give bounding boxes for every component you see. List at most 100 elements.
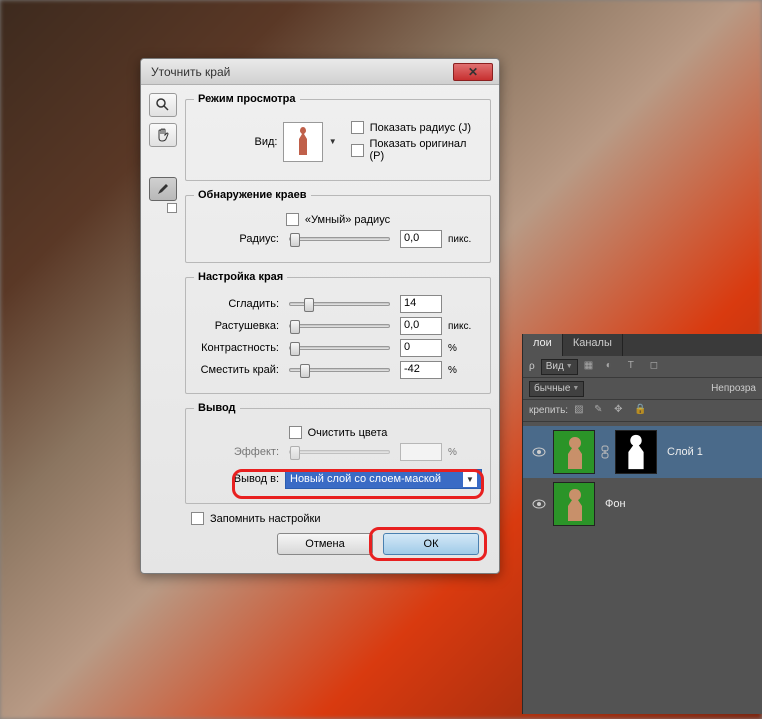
remember-settings-label: Запомнить настройки [210, 513, 321, 525]
dialog-title: Уточнить край [151, 65, 230, 79]
layer-thumbnail[interactable] [553, 482, 595, 526]
adjust-edge-fieldset: Настройка края Сгладить: 14 Растушевка: … [185, 271, 491, 394]
layer-mask-thumbnail[interactable] [615, 430, 657, 474]
feather-slider[interactable] [289, 324, 390, 328]
chevron-down-icon: ▼ [329, 137, 337, 146]
smooth-input[interactable]: 14 [400, 295, 442, 313]
feather-input[interactable]: 0,0 [400, 317, 442, 335]
blend-mode-value: бычные [534, 383, 570, 394]
visibility-icon[interactable] [532, 499, 546, 509]
adjust-edge-legend: Настройка края [194, 271, 287, 283]
smart-radius-checkbox[interactable] [286, 213, 299, 226]
view-mode-legend: Режим просмотра [194, 93, 300, 105]
layer-filter-row: ρ Вид ▼ ▦ ◐ T ◻ [523, 356, 762, 378]
visibility-icon[interactable] [532, 447, 546, 457]
shift-label: Сместить край: [194, 364, 279, 376]
smart-radius-label: «Умный» радиус [305, 214, 390, 226]
lock-move-icon[interactable]: ✥ [614, 404, 628, 418]
radius-input[interactable]: 0,0 [400, 230, 442, 248]
shift-input[interactable]: -42 [400, 361, 442, 379]
amount-input [400, 443, 442, 461]
lock-trans-icon[interactable]: ▨ [574, 404, 588, 418]
view-label: Вид: [194, 136, 277, 148]
brush-icon [155, 181, 171, 197]
contrast-input[interactable]: 0 [400, 339, 442, 357]
layer-name-label: Слой 1 [667, 446, 703, 458]
shift-unit: % [448, 365, 482, 376]
radius-slider[interactable] [289, 237, 390, 241]
view-preview-dropdown[interactable] [283, 122, 322, 162]
amount-slider [289, 450, 390, 454]
layer-item[interactable]: Слой 1 [523, 426, 762, 478]
amount-label: Эффект: [194, 446, 279, 458]
decontaminate-checkbox[interactable] [289, 426, 302, 439]
lock-all-icon[interactable]: 🔒 [634, 404, 648, 418]
search-icon: ρ [529, 361, 535, 372]
feather-label: Растушевка: [194, 320, 279, 332]
output-fieldset: Вывод Очистить цвета Эффект: % Вывод в: … [185, 402, 491, 504]
ok-button[interactable]: ОК [383, 533, 479, 555]
hand-tool-button[interactable] [149, 123, 177, 147]
lock-label: крепить: [529, 405, 568, 416]
chevron-down-icon: ▼ [566, 363, 573, 370]
magnifier-icon [155, 97, 171, 113]
chevron-down-icon: ▼ [466, 475, 474, 484]
close-icon: ✕ [468, 65, 478, 79]
chevron-down-icon: ▼ [572, 385, 579, 392]
radius-label: Радиус: [194, 233, 279, 245]
show-radius-label: Показать радиус (J) [370, 122, 471, 134]
dropdown-arrow-button[interactable]: ▼ [463, 471, 477, 487]
opacity-label: Непрозра [711, 383, 756, 394]
output-to-dropdown[interactable]: Новый слой со слоем-маской ▼ [285, 469, 482, 489]
show-radius-checkbox[interactable] [351, 121, 364, 134]
amount-unit: % [448, 447, 482, 458]
output-to-label: Вывод в: [194, 473, 279, 485]
adjust-filter-icon[interactable]: ◐ [606, 360, 620, 374]
smooth-slider[interactable] [289, 302, 390, 306]
shape-filter-icon[interactable]: ◻ [650, 360, 664, 374]
lock-paint-icon[interactable]: ✎ [594, 404, 608, 418]
ok-label: ОК [424, 538, 439, 550]
kind-label: Вид [546, 361, 564, 372]
image-filter-icon[interactable]: ▦ [584, 360, 598, 374]
layer-thumbnail[interactable] [553, 430, 595, 474]
view-mode-fieldset: Режим просмотра Вид: ▼ Показать радиус (… [185, 93, 491, 181]
contrast-slider[interactable] [289, 346, 390, 350]
layers-panel: лои Каналы ρ Вид ▼ ▦ ◐ T ◻ бычные ▼ Непр… [522, 334, 762, 714]
brush-subtool-flyout[interactable] [167, 203, 177, 213]
hand-icon [155, 127, 171, 143]
layer-name-label: Фон [605, 498, 626, 510]
tab-layers[interactable]: лои [523, 334, 563, 356]
cancel-button[interactable]: Отмена [277, 533, 373, 555]
layer-item[interactable]: Фон [523, 478, 762, 530]
kind-dropdown[interactable]: Вид ▼ [541, 359, 578, 375]
show-original-checkbox[interactable] [351, 144, 364, 157]
panel-tabs: лои Каналы [523, 334, 762, 356]
remember-settings-checkbox[interactable] [191, 512, 204, 525]
preview-figure-icon [294, 125, 312, 159]
lock-row: крепить: ▨ ✎ ✥ 🔒 [523, 400, 762, 422]
contrast-unit: % [448, 343, 482, 354]
tool-column [149, 93, 179, 565]
refine-edge-dialog: Уточнить край ✕ Режим просмотра Вид: [140, 58, 500, 574]
type-filter-icon[interactable]: T [628, 360, 642, 374]
dialog-titlebar[interactable]: Уточнить край ✕ [141, 59, 499, 85]
edge-detection-fieldset: Обнаружение краев «Умный» радиус Радиус:… [185, 189, 491, 263]
tab-channels[interactable]: Каналы [563, 334, 623, 356]
decontaminate-label: Очистить цвета [308, 427, 388, 439]
zoom-tool-button[interactable] [149, 93, 177, 117]
output-to-value: Новый слой со слоем-маской [290, 473, 441, 485]
link-icon[interactable] [599, 445, 611, 459]
close-button[interactable]: ✕ [453, 63, 493, 81]
layer-list: Слой 1 Фон [523, 422, 762, 534]
refine-brush-button[interactable] [149, 177, 177, 201]
edge-detection-legend: Обнаружение краев [194, 189, 311, 201]
show-original-label: Показать оригинал (P) [370, 138, 482, 162]
blend-row: бычные ▼ Непрозра [523, 378, 762, 400]
shift-slider[interactable] [289, 368, 390, 372]
contrast-label: Контрастность: [194, 342, 279, 354]
feather-unit: пикс. [448, 321, 482, 332]
output-legend: Вывод [194, 402, 240, 414]
radius-unit: пикс. [448, 234, 482, 245]
blend-mode-dropdown[interactable]: бычные ▼ [529, 381, 584, 397]
